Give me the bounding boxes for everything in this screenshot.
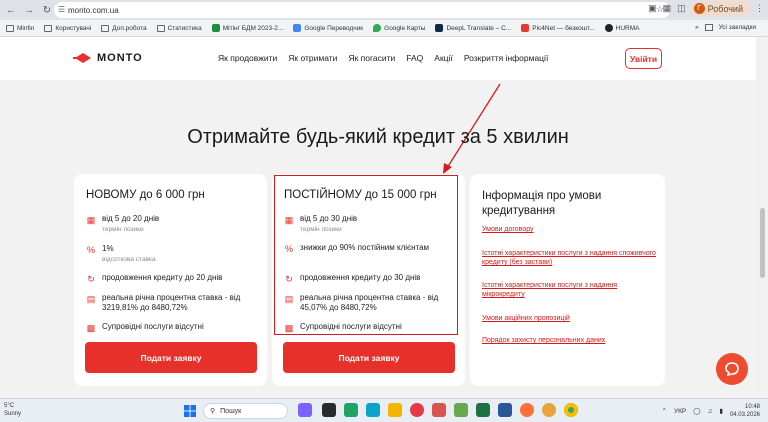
link-data-protection[interactable]: Порядок захисту персональних даних — [482, 336, 660, 345]
scrollbar-thumb[interactable] — [760, 208, 765, 278]
firefox-icon[interactable] — [520, 403, 534, 417]
percent-icon: % — [86, 245, 95, 255]
feature-apr: ▤ реальна річна процентна ставка - від 3… — [86, 293, 261, 313]
chat-button[interactable] — [716, 353, 748, 385]
widgets-app-icon[interactable] — [298, 403, 312, 417]
app-icon[interactable] — [542, 403, 556, 417]
task-view-icon[interactable] — [322, 403, 336, 417]
card-credit-info: Інформація про умови кредитування Умови … — [470, 174, 665, 386]
feature-text: від 5 до 20 днів — [102, 214, 160, 223]
link-microcredit[interactable]: Істотні характеристики послуги з надання… — [482, 281, 660, 299]
apply-button[interactable]: Подати заявку — [85, 342, 257, 373]
link-contract-terms[interactable]: Умови договору — [482, 225, 660, 234]
word-icon[interactable] — [498, 403, 512, 417]
search-icon: ⚲ — [210, 408, 216, 415]
info-title: Інформація про умови кредитування — [482, 190, 602, 217]
file-explorer-icon[interactable] — [388, 403, 402, 417]
link-promo-terms[interactable]: Умови акційних пропозицій — [482, 314, 660, 323]
app-icon[interactable] — [366, 403, 380, 417]
speaker-icon[interactable]: ♫ — [708, 408, 713, 415]
weather-text: Sunny — [4, 411, 22, 417]
annotation-highlight-box — [274, 175, 458, 335]
clock-date: 04.03.2026 — [729, 412, 760, 418]
card-new-client: НОВОМУ до 6 000 грн ▦ від 5 до 20 днів те… — [74, 174, 267, 386]
app-icon[interactable] — [344, 403, 358, 417]
chevron-up-icon[interactable]: ⌃ — [662, 407, 667, 415]
feature-sub: відсоткова ставка — [102, 256, 156, 263]
windows-start-icon[interactable] — [184, 405, 196, 417]
apply-button[interactable]: Подати заявку — [283, 342, 455, 373]
card-icon: ▩ — [86, 323, 96, 333]
language-indicator[interactable]: УКР — [674, 408, 686, 415]
extend-icon: ↻ — [87, 274, 95, 284]
powerpoint-icon[interactable] — [432, 403, 446, 417]
opera-icon[interactable] — [410, 403, 424, 417]
feature-sub: термін позики — [102, 226, 144, 233]
feature-rate: % 1% відсоткова ставка — [86, 244, 261, 263]
calendar-icon: ▦ — [86, 215, 96, 225]
battery-icon[interactable]: ▮ — [719, 407, 723, 415]
app-icon[interactable] — [454, 403, 468, 417]
card-title: НОВОМУ до 6 000 грн — [86, 189, 205, 201]
system-tray: ⌃ УКР ◯ ♫ ▮ 10:48 04.03.2026 — [662, 403, 760, 419]
feature-text: 1% — [102, 244, 114, 253]
feature-services: ▩ Супровідні послуги відсутні — [86, 322, 261, 333]
windows-taskbar: 5°C Sunny ⚲ Пошук ⌃ УКР ◯ ♫ ▮ 10:48 04.0… — [0, 398, 768, 422]
feature-text: Супровідні послуги відсутні — [102, 322, 204, 331]
weather-temp: 5°C — [4, 403, 15, 409]
search-label: Пошук — [220, 407, 242, 415]
feature-text: продовження кредиту до 20 днів — [102, 273, 223, 282]
chat-bubble-icon — [725, 362, 739, 377]
taskbar-search[interactable]: ⚲ Пошук — [203, 403, 288, 419]
link-consumer-credit[interactable]: Істотні характеристики послуги з надання… — [482, 249, 660, 267]
page-title: Отримайте будь-який кредит за 5 хвилин — [187, 126, 569, 148]
weather-widget[interactable]: 5°C Sunny — [4, 402, 21, 418]
document-icon: ▤ — [86, 294, 96, 304]
feature-term: ▦ від 5 до 20 днів термін позики — [86, 214, 261, 233]
feature-extension: ↻ продовження кредиту до 20 днів — [86, 273, 261, 284]
chrome-icon[interactable] — [564, 403, 578, 417]
page-scrollbar[interactable] — [757, 37, 768, 395]
wifi-icon[interactable]: ◯ — [693, 407, 700, 415]
excel-icon[interactable] — [476, 403, 490, 417]
clock[interactable]: 10:48 04.03.2026 — [730, 403, 760, 419]
feature-text: реальна річна процентна ставка - від 321… — [102, 293, 241, 312]
clock-time: 10:48 — [744, 404, 760, 410]
